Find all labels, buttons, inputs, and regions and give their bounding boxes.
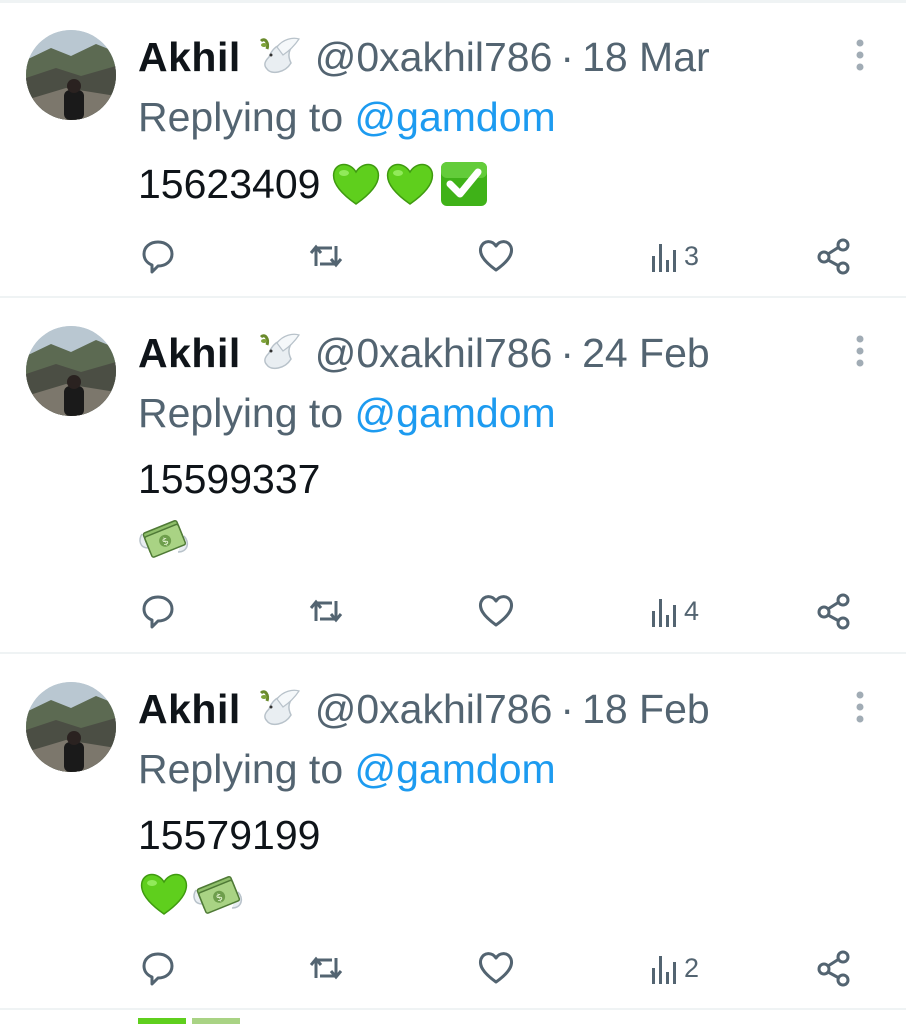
tweet-divider [0,1008,906,1010]
mention-link[interactable]: @gamdom [355,746,556,792]
views-button[interactable]: 3 [648,234,699,278]
reply-icon [142,952,174,986]
repost-icon [309,599,343,623]
repost-button[interactable] [306,589,346,633]
replying-to: Replying to @gamdom [138,746,556,793]
tweet-actions: 4 [0,589,906,633]
views-count: 3 [684,240,700,271]
emoji-row: $ [138,870,246,918]
views-chart-icon [652,244,676,272]
dove-icon [255,329,303,377]
reply-button[interactable] [138,234,178,278]
separator: · [560,33,575,80]
tweet-1[interactable]: Akhil @0xakhil786 · 18 Mar Replying to @… [0,0,906,298]
handle[interactable]: @0xakhil786 [315,330,553,377]
replying-to: Replying to @gamdom [138,390,556,437]
tweet-body: 15623409 [138,158,492,210]
share-button[interactable] [816,234,852,278]
next-tweet-peek [138,1018,248,1024]
tweet-header: Akhil @0xakhil786 · 24 Feb [138,328,710,378]
timestamp[interactable]: 18 Mar [582,34,710,81]
share-icon [817,238,850,275]
repost-icon [309,956,343,980]
money-with-wings-icon: $ [138,514,190,562]
replying-to-label: Replying to [138,390,355,436]
tweet-text: 15623409 [138,160,321,207]
reply-button[interactable] [138,589,178,633]
tweet-body: 15579199 [138,810,320,860]
heart-icon [478,952,514,984]
mention-link[interactable]: @gamdom [355,94,556,140]
check-mark-icon [438,160,490,208]
more-options-icon[interactable] [854,690,866,724]
dove-icon [255,685,303,733]
more-options-icon[interactable] [854,38,866,72]
views-chart-icon [652,599,676,627]
views-chart-icon [652,956,676,984]
tweet-text: 15579199 [138,811,321,858]
heart-icon [478,595,514,627]
tweet-actions: 3 [0,234,906,278]
handle[interactable]: @0xakhil786 [315,34,553,81]
handle[interactable]: @0xakhil786 [315,686,553,733]
dove-icon [255,33,303,81]
replying-to: Replying to @gamdom [138,94,556,141]
tweet-3[interactable]: Akhil @0xakhil786 · 18 Feb Replying to @… [0,654,906,1010]
display-name[interactable]: Akhil [138,330,241,377]
separator: · [560,329,575,376]
like-button[interactable] [476,234,516,278]
green-heart-icon [330,160,382,208]
green-heart-icon [138,870,190,918]
tweet-2[interactable]: Akhil @0xakhil786 · 24 Feb Replying to @… [0,298,906,654]
tweet-text: 15599337 [138,455,321,502]
display-name[interactable]: Akhil [138,686,241,733]
reply-icon [142,595,174,629]
display-name[interactable]: Akhil [138,34,241,81]
tweet-header: Akhil @0xakhil786 · 18 Feb [138,684,710,734]
emoji-row: $ [138,514,192,562]
repost-icon [309,244,343,268]
share-icon [817,950,850,987]
views-count: 2 [684,952,700,983]
avatar[interactable] [26,326,116,416]
green-heart-icon [384,160,436,208]
mention-link[interactable]: @gamdom [355,390,556,436]
share-button[interactable] [816,589,852,633]
repost-button[interactable] [306,234,346,278]
heart-icon [478,240,514,272]
timestamp[interactable]: 24 Feb [582,330,710,377]
reply-icon [142,240,174,274]
reply-button[interactable] [138,946,178,990]
like-button[interactable] [476,589,516,633]
timestamp[interactable]: 18 Feb [582,686,710,733]
like-button[interactable] [476,946,516,990]
separator: · [560,685,575,732]
views-button[interactable]: 2 [648,946,699,990]
views-button[interactable]: 4 [648,589,699,633]
repost-button[interactable] [306,946,346,990]
tweet-body: 15599337 [138,454,320,504]
tweet-actions: 2 [0,946,906,990]
replying-to-label: Replying to [138,94,355,140]
more-options-icon[interactable] [854,334,866,368]
replying-to-label: Replying to [138,746,355,792]
views-count: 4 [684,595,700,626]
tweet-header: Akhil @0xakhil786 · 18 Mar [138,32,710,82]
avatar[interactable] [26,30,116,120]
share-icon [817,593,850,630]
money-with-wings-icon: $ [192,870,244,918]
share-button[interactable] [816,946,852,990]
avatar[interactable] [26,682,116,772]
